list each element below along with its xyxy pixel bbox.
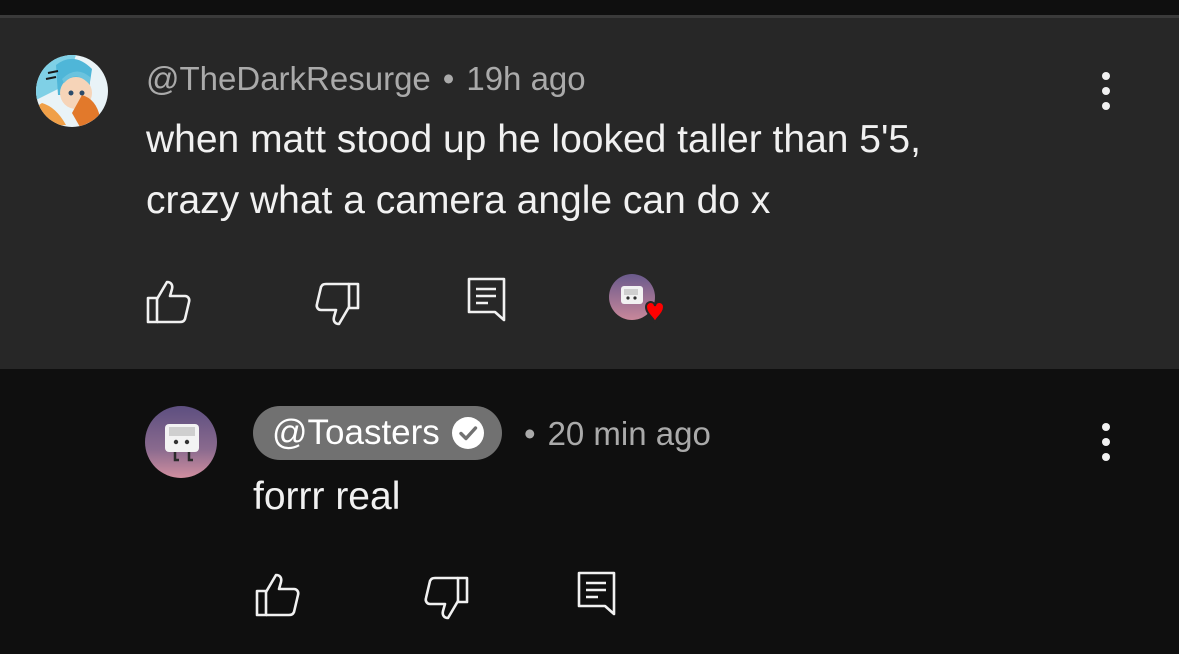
reply-author: @Toasters [272,413,440,452]
thumbs-down-icon [315,282,360,326]
thumbs-up-icon [146,280,191,324]
verified-check-icon [451,417,484,449]
dislike-button[interactable] [313,280,361,328]
reply-button[interactable] [464,276,512,324]
reply-comment-icon [577,571,616,616]
more-vert-icon-dot [1102,87,1110,95]
reply-author-pill[interactable]: @Toasters [253,406,502,460]
anime-avatar-icon [36,55,108,127]
toaster-avatar-icon [145,406,217,478]
reply-avatar[interactable] [145,406,217,478]
comment-text-line: crazy what a camera angle can do x [146,179,771,222]
creator-heart-icon [609,274,666,324]
dislike-button[interactable] [422,574,470,622]
comment-time[interactable]: 19h ago [466,60,585,97]
reply-meta: • 20 min ago [512,415,711,453]
creator-heart-badge [608,273,672,333]
like-button[interactable] [145,278,193,326]
more-vert-icon [1102,72,1110,80]
more-options-button[interactable] [1099,72,1113,112]
reply-text: forrr real [253,475,401,518]
like-button[interactable] [254,571,302,619]
comment-meta: @TheDarkResurge • 19h ago [146,60,586,98]
comment-text: when matt stood up he looked taller than… [146,109,921,231]
more-vert-icon-dot [1102,453,1110,461]
reply-time[interactable]: 20 min ago [548,415,711,452]
comment-thread-highlighted: @TheDarkResurge • 19h ago when matt stood … [0,18,1179,369]
reply-comment-icon [467,277,506,322]
reply-button[interactable] [574,570,622,618]
meta-separator: • [442,60,455,97]
more-vert-icon-dot [1102,438,1110,446]
more-options-button[interactable] [1099,423,1113,463]
commenter-avatar[interactable] [36,55,108,127]
comment-author[interactable]: @TheDarkResurge [146,60,431,97]
comment-text-line: when matt stood up he looked taller than… [146,118,921,161]
thumbs-down-icon [424,576,469,620]
thumbs-up-icon [255,573,300,617]
more-vert-icon [1102,423,1110,431]
meta-separator: • [524,415,536,452]
more-vert-icon-dot [1102,102,1110,110]
